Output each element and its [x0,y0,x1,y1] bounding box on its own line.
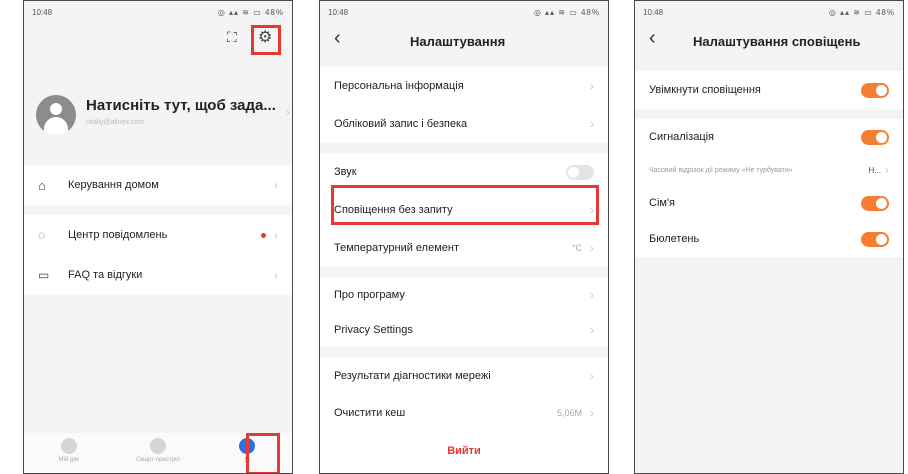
settings-header: ‹ Налаштування [320,23,608,59]
status-bar: 10:48 ◎ ▴▴ ≋ ▭ 48% [635,1,903,23]
chevron-right-icon: › [274,268,278,282]
chevron-right-icon: › [590,241,594,255]
alarm-toggle[interactable] [861,129,889,145]
chevron-right-icon: › [590,287,594,302]
settings-item-label: Очистити кеш [334,406,406,419]
page-title: Налаштування сповіщень [693,33,861,49]
chevron-right-icon: › [286,105,290,119]
chevron-right-icon: › [590,405,594,420]
notification-item-family: Сім'я [635,185,903,221]
menu-item-label: FAQ та відгуки [68,269,143,281]
status-icons: ◎ ▴▴ ≋ ▭ 48% [217,7,284,17]
unread-dot [261,232,266,238]
settings-group-about: Про програму › Privacy Settings › [320,277,608,347]
settings-item-label: Обліковий запис і безпека [334,118,468,130]
menu-card-other: ◌ Центр повідомлень › ▭ FAQ та відгуки › [24,215,292,295]
sound-toggle[interactable] [566,164,594,180]
enable-notifications-toggle[interactable] [861,82,889,98]
cache-size-value: 5,06M [556,407,582,418]
profile-header[interactable]: Натисніть тут, щоб зада... vitaliy@aline… [24,89,292,151]
notifications-highlight-box [331,185,599,225]
dnd-value: Н... [868,165,881,175]
status-bar: 10:48 ◎ ▴▴ ≋ ▭ 48% [24,1,292,23]
back-arrow-icon[interactable]: ‹ [334,27,341,50]
message-icon: ◌ [38,228,46,242]
battery-level: 48% [875,7,895,17]
notification-item-bulletin: Бюлетень [635,221,903,257]
notification-group-categories: Сигналізація Часовий відрізок дії режиму… [635,119,903,257]
back-arrow-icon[interactable]: ‹ [649,27,656,50]
notification-item-dnd-period[interactable]: Часовий відрізок дії режиму «Не турбуват… [635,155,903,185]
home-icon: ⌂ [38,177,46,193]
profile-name: Натисніть тут, щоб зада... [86,97,276,114]
notification-settings-screen: 10:48 ◎ ▴▴ ≋ ▭ 48% ‹ Налаштування сповіщ… [634,0,904,474]
chevron-right-icon: › [590,79,594,93]
menu-item-label: Центр повідомлень [68,229,168,241]
settings-item-label: Звук [334,166,357,178]
battery-level: 48% [580,7,600,17]
menu-item-label: Керування домом [68,179,159,191]
settings-group-tools: Результати діагностики мережі › Очистити… [320,357,608,431]
smart-tab-icon [149,438,166,454]
chevron-right-icon: › [274,228,278,242]
tab-my-home[interactable]: Мій дім [24,433,113,473]
notification-item-label: Часовий відрізок дії режиму «Не турбуват… [649,166,793,174]
settings-item-account-security[interactable]: Обліковий запис і безпека › [320,105,608,143]
menu-item-home[interactable]: ⌂ Керування домом › [24,165,292,205]
tab-label: Мій дім [58,457,79,463]
settings-group-account: Персональна інформація › Обліковий запис… [320,67,608,143]
status-icons: ◎ ▴▴ ≋ ▭ 48% [828,7,895,17]
family-toggle[interactable] [861,195,889,211]
status-icons: ◎ ▴▴ ≋ ▭ 48% [533,7,600,17]
battery-level: 48% [264,7,284,17]
menu-item-faq[interactable]: ▭ FAQ та відгуки › [24,255,292,295]
logout-button[interactable]: Вийти [320,429,608,473]
status-bar: 10:48 ◎ ▴▴ ≋ ▭ 48% [320,1,608,23]
settings-highlight-box [251,25,281,55]
settings-item-label: Privacy Settings [334,323,413,336]
notification-item-label: Сім'я [649,197,676,209]
tab-smart-devices[interactable]: Смарт-пристрої [113,433,202,473]
home-tab-icon [60,438,77,454]
avatar [36,95,76,135]
profile-email: vitaliy@alinex.com [86,119,145,126]
scan-icon[interactable]: ⛶ [227,29,237,46]
book-icon: ▭ [38,268,50,282]
settings-item-network-diagnostics[interactable]: Результати діагностики мережі › [320,357,608,394]
logout-label: Вийти [447,445,481,457]
notification-item-label: Увімкнути сповіщення [649,84,761,96]
notification-item-label: Сигналізація [649,131,715,143]
chevron-right-icon: › [590,368,594,383]
settings-item-privacy[interactable]: Privacy Settings › [320,312,608,347]
menu-card-home: ⌂ Керування домом › [24,165,292,205]
settings-item-label: Температурний елемент [334,242,460,254]
notification-item-label: Бюлетень [649,233,700,245]
status-time: 10:48 [643,7,664,17]
status-time: 10:48 [32,7,53,17]
status-time: 10:48 [328,7,349,17]
notification-item-enable: Увімкнути сповіщення [635,71,903,109]
profile-screen: 10:48 ◎ ▴▴ ≋ ▭ 48% ⛶ ⚙ Натисніть тут, що… [23,0,293,474]
notification-item-alarm: Сигналізація [635,119,903,155]
settings-item-about[interactable]: Про програму › [320,277,608,312]
settings-item-label: Результати діагностики мережі [334,369,491,382]
notification-group-main: Увімкнути сповіщення [635,71,903,109]
menu-item-messages[interactable]: ◌ Центр повідомлень › [24,215,292,255]
settings-item-label: Про програму [334,288,405,301]
settings-item-label: Персональна інформація [334,80,464,92]
chevron-right-icon: › [885,163,889,177]
page-title: Налаштування [410,33,506,49]
temperature-value: °C [571,243,582,253]
notification-settings-header: ‹ Налаштування сповіщень [635,23,903,59]
settings-screen: 10:48 ◎ ▴▴ ≋ ▭ 48% ‹ Налаштування Персон… [319,0,609,474]
tab-label: Смарт-пристрої [136,457,180,463]
chevron-right-icon: › [590,322,594,337]
chevron-right-icon: › [274,178,278,192]
me-tab-highlight-box [246,433,280,473]
settings-item-temperature-unit[interactable]: Температурний елемент °C › [320,229,608,267]
settings-item-clear-cache[interactable]: Очистити кеш 5,06M › [320,394,608,431]
settings-item-personal-info[interactable]: Персональна інформація › [320,67,608,105]
chevron-right-icon: › [590,117,594,131]
bulletin-toggle[interactable] [861,231,889,247]
